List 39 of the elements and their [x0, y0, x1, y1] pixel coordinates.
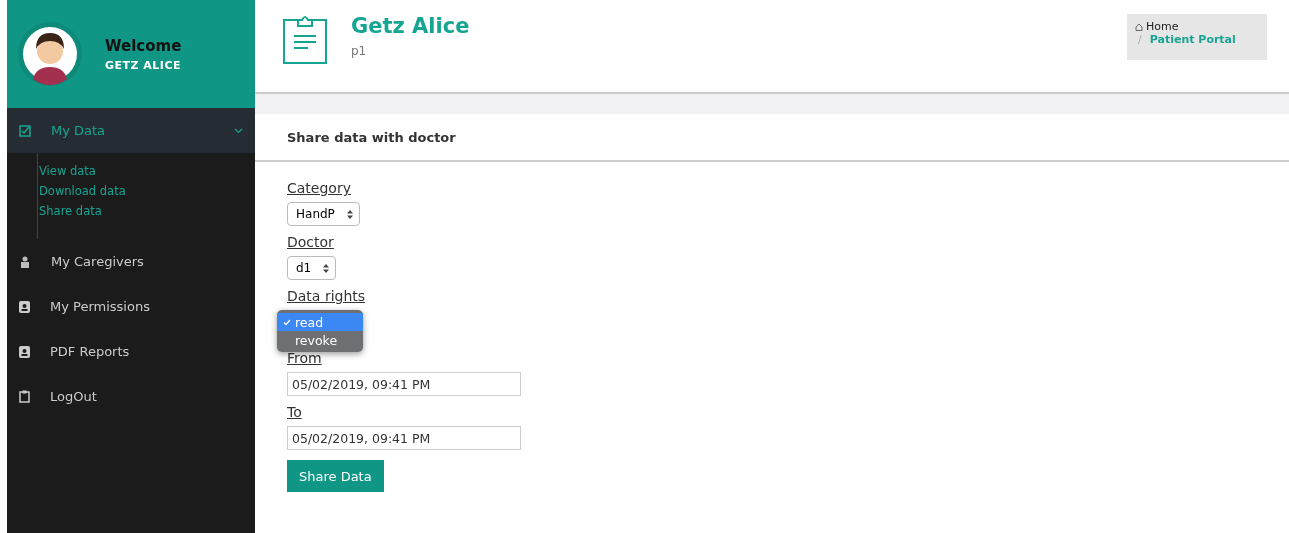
sidebar-item[interactable]: My Permissions	[7, 284, 255, 329]
field-label: Category	[287, 180, 351, 196]
field-label: Doctor	[287, 234, 334, 250]
sidebar-item[interactable]: PDF Reports	[7, 329, 255, 374]
select-field[interactable]: d1	[287, 256, 337, 280]
submenu-link[interactable]: View data	[39, 161, 255, 181]
chevron-down-icon	[234, 127, 243, 134]
field-label: Data rights	[287, 288, 366, 304]
breadcrumb-separator: /	[1138, 33, 1142, 46]
home-link[interactable]: Home	[1146, 20, 1179, 33]
home-icon	[1135, 22, 1143, 31]
welcome-text: Welcome	[105, 36, 182, 55]
badge-icon	[19, 345, 30, 358]
menu-option[interactable]: revoke	[277, 331, 363, 349]
page-subtitle: p1	[351, 44, 368, 58]
sidebar-item[interactable]: My Data	[7, 108, 255, 153]
breadcrumb-current: Patient Portal	[1149, 33, 1236, 46]
clipboard-icon	[19, 390, 30, 403]
field-label: From	[287, 350, 322, 366]
avatar	[17, 21, 83, 87]
page-title: Getz Alice	[351, 14, 470, 38]
share-button[interactable]: Share Data	[287, 460, 384, 492]
check-icon	[283, 318, 291, 326]
date-field[interactable]: 05/02/2019, 09:41 PM	[287, 372, 521, 396]
clipboard-icon	[283, 14, 327, 64]
user-name: GETZ ALICE	[105, 58, 182, 72]
submenu-link[interactable]: Share data	[39, 201, 255, 221]
checkbox-icon	[19, 124, 31, 137]
people-icon	[19, 255, 31, 268]
updown-arrows-icon	[323, 263, 330, 273]
sidebar-item[interactable]: LogOut	[7, 374, 255, 419]
updown-arrows-icon	[346, 209, 353, 219]
select-field[interactable]: HandP	[287, 202, 360, 226]
badge-icon	[19, 300, 30, 313]
field-label: To	[287, 404, 302, 420]
panel-title: Share data with doctor	[255, 114, 1289, 162]
date-field[interactable]: 05/02/2019, 09:41 PM	[287, 426, 521, 450]
sidebar-item[interactable]: My Caregivers	[7, 239, 255, 284]
submenu-link[interactable]: Download data	[39, 181, 255, 201]
